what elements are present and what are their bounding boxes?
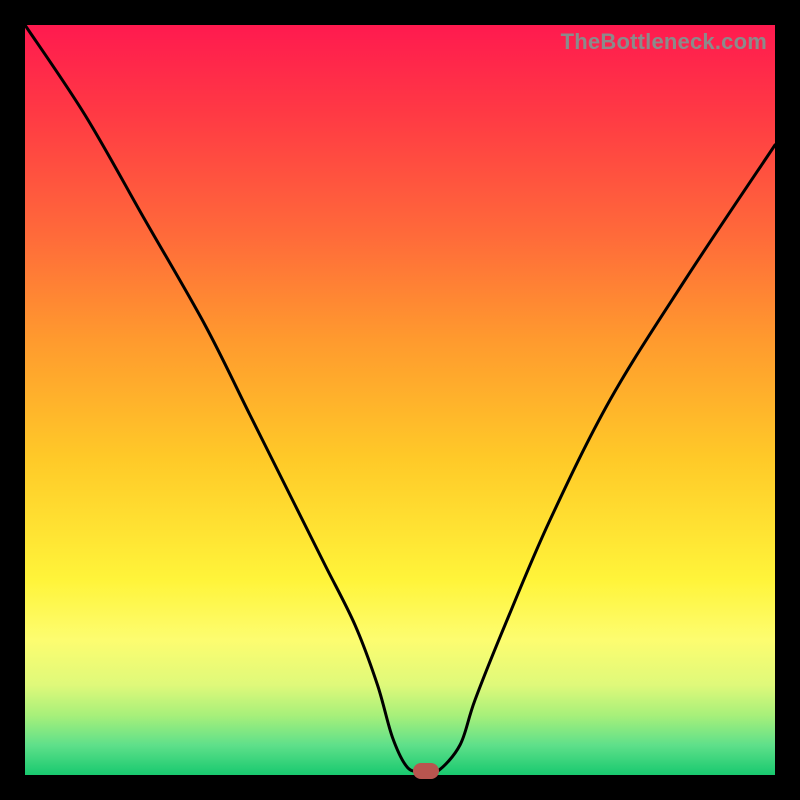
- bottleneck-curve: [25, 25, 775, 775]
- chart-plot-area: TheBottleneck.com: [25, 25, 775, 775]
- curve-path: [25, 25, 775, 773]
- watermark-text: TheBottleneck.com: [561, 29, 767, 55]
- optimal-point-marker: [413, 763, 439, 779]
- chart-frame: TheBottleneck.com: [0, 0, 800, 800]
